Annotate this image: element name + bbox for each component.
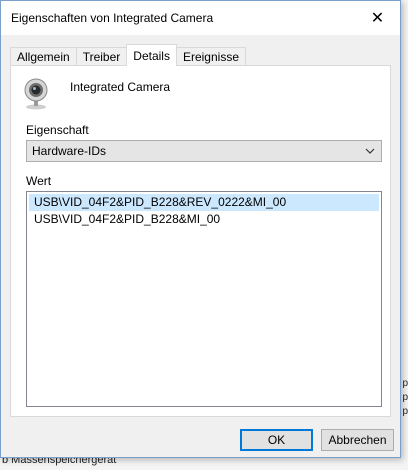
webcam-icon [24,78,48,110]
value-label: Wert [26,174,52,188]
window-title: Eigenschaften von Integrated Camera [11,11,214,25]
background-right-text: p [402,406,408,417]
value-listbox[interactable]: USB\VID_04F2&PID_B228&REV_0222&MI_00 USB… [26,191,382,407]
property-dropdown-value: Hardware-IDs [32,144,107,158]
tab-ereignisse[interactable]: Ereignisse [175,47,246,66]
device-name: Integrated Camera [70,80,171,94]
tab-details[interactable]: Details [126,44,177,66]
background-right-text: p [402,392,408,403]
property-dropdown[interactable]: Hardware-IDs [26,140,382,162]
background-right-text: p [402,378,408,389]
chevron-down-icon [365,148,375,154]
close-button[interactable]: ✕ [355,1,400,35]
tab-strip: Allgemein Treiber Details Ereignisse [10,44,246,66]
property-label: Eigenschaft [26,123,89,137]
ok-button[interactable]: OK [240,429,313,451]
list-item[interactable]: USB\VID_04F2&PID_B228&MI_00 [29,211,379,228]
tab-treiber[interactable]: Treiber [75,47,128,66]
close-icon: ✕ [370,10,385,27]
list-item[interactable]: USB\VID_04F2&PID_B228&REV_0222&MI_00 [29,194,379,211]
cancel-button[interactable]: Abbrechen [321,429,394,451]
tab-allgemein[interactable]: Allgemein [10,47,77,66]
title-bar[interactable]: Eigenschaften von Integrated Camera ✕ [1,1,400,35]
